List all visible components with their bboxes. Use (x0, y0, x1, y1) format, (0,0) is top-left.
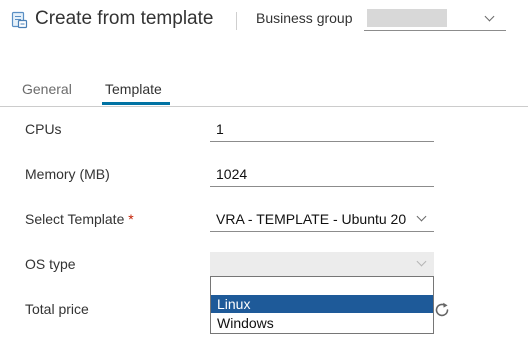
cpus-label: CPUs (25, 121, 62, 137)
cpus-input[interactable]: 1 (210, 117, 434, 142)
cpus-value: 1 (216, 121, 224, 137)
refresh-icon[interactable] (433, 301, 451, 319)
memory-label: Memory (MB) (25, 166, 110, 182)
active-tab-indicator (102, 102, 170, 105)
business-group-label: Business group (256, 10, 353, 26)
chevron-down-icon (416, 256, 427, 267)
os-option-linux[interactable]: Linux (211, 295, 433, 313)
os-type-options-list[interactable]: Linux Windows (210, 276, 434, 334)
total-price-label: Total price (25, 301, 89, 317)
select-template-label-text: Select Template (25, 211, 125, 227)
required-marker: * (128, 211, 134, 227)
os-type-label: OS type (25, 256, 76, 272)
memory-input[interactable]: 1024 (210, 162, 434, 187)
select-template-label: Select Template * (25, 211, 134, 227)
chevron-down-icon (484, 11, 495, 22)
header-divider (236, 12, 237, 30)
business-group-select[interactable] (364, 8, 506, 31)
business-group-value (367, 9, 447, 27)
os-type-select[interactable] (210, 252, 434, 277)
memory-value: 1024 (216, 166, 248, 182)
tab-template[interactable]: Template (105, 81, 162, 97)
page-title: Create from template (35, 8, 214, 29)
os-option-empty[interactable] (211, 277, 433, 295)
select-template-value: VRA - TEMPLATE - Ubuntu 20 (216, 211, 407, 227)
chevron-down-icon (416, 211, 427, 222)
os-option-windows[interactable]: Windows (211, 314, 433, 332)
select-template-dropdown[interactable]: VRA - TEMPLATE - Ubuntu 20 (210, 207, 434, 232)
tab-bar: General Template (0, 72, 528, 107)
tab-general[interactable]: General (22, 81, 72, 97)
template-icon (11, 11, 28, 29)
